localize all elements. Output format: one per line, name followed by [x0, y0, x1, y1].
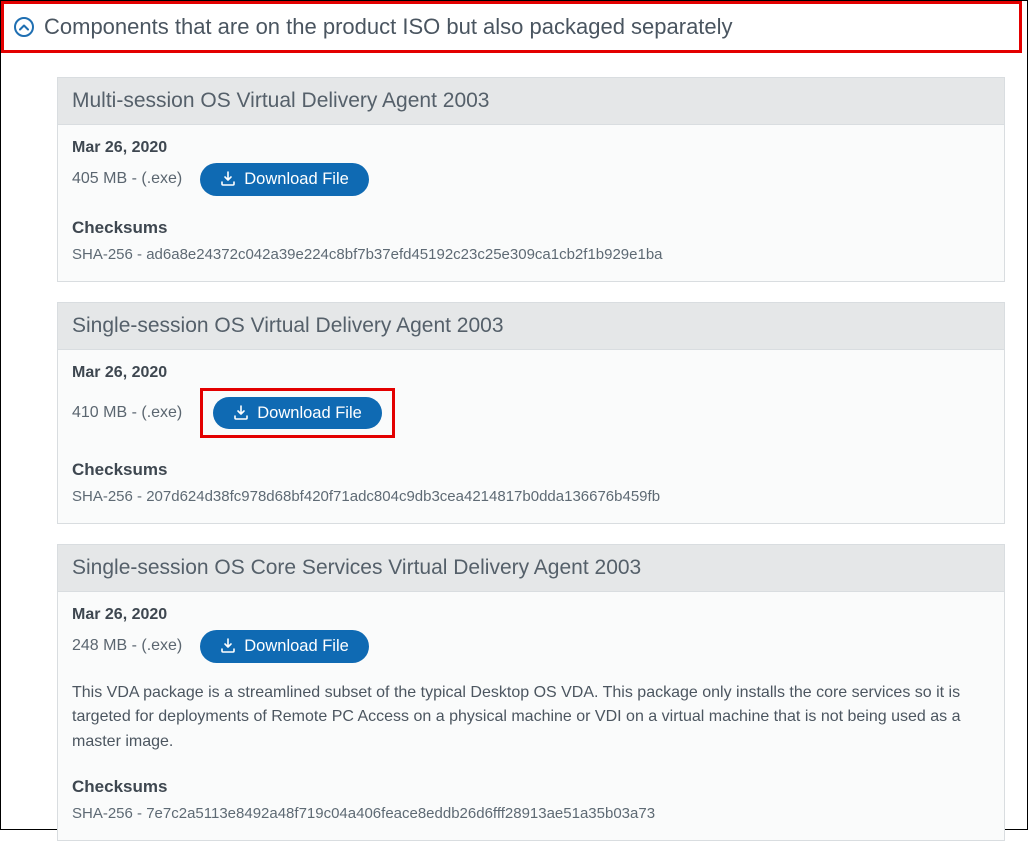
file-size: 410 MB - (.exe): [72, 404, 182, 422]
release-date: Mar 26, 2020: [72, 606, 990, 624]
card-title: Single-session OS Virtual Delivery Agent…: [58, 303, 1004, 350]
download-label: Download File: [244, 638, 349, 655]
download-label: Download File: [244, 171, 349, 188]
checksum-value: SHA-256 - 7e7c2a5113e8492a48f719c04a406f…: [72, 805, 990, 822]
card-title: Multi-session OS Virtual Delivery Agent …: [58, 78, 1004, 125]
checksums-heading: Checksums: [72, 777, 990, 797]
checksums-heading: Checksums: [72, 460, 990, 480]
highlight-box: Download File: [200, 388, 395, 439]
download-file-button[interactable]: Download File: [213, 397, 382, 430]
release-date: Mar 26, 2020: [72, 364, 990, 382]
card-description: This VDA package is a streamlined subset…: [72, 681, 990, 755]
section-expander[interactable]: Components that are on the product ISO b…: [1, 1, 1022, 53]
release-date: Mar 26, 2020: [72, 139, 990, 157]
download-file-button[interactable]: Download File: [200, 163, 369, 196]
download-card: Single-session OS Core Services Virtual …: [57, 544, 1005, 841]
checksums-heading: Checksums: [72, 218, 990, 238]
card-title: Single-session OS Core Services Virtual …: [58, 545, 1004, 592]
download-card: Multi-session OS Virtual Delivery Agent …: [57, 77, 1005, 282]
checksum-value: SHA-256 - 207d624d38fc978d68bf420f71adc8…: [72, 488, 990, 505]
download-label: Download File: [257, 405, 362, 422]
file-size: 248 MB - (.exe): [72, 637, 182, 655]
download-icon: [233, 405, 249, 421]
section-title: Components that are on the product ISO b…: [44, 14, 733, 40]
file-size: 405 MB - (.exe): [72, 170, 182, 188]
download-card: Single-session OS Virtual Delivery Agent…: [57, 302, 1005, 525]
checksum-value: SHA-256 - ad6a8e24372c042a39e224c8bf7b37…: [72, 246, 990, 263]
download-icon: [220, 638, 236, 654]
download-icon: [220, 171, 236, 187]
chevron-up-icon: [14, 17, 34, 37]
download-file-button[interactable]: Download File: [200, 630, 369, 663]
